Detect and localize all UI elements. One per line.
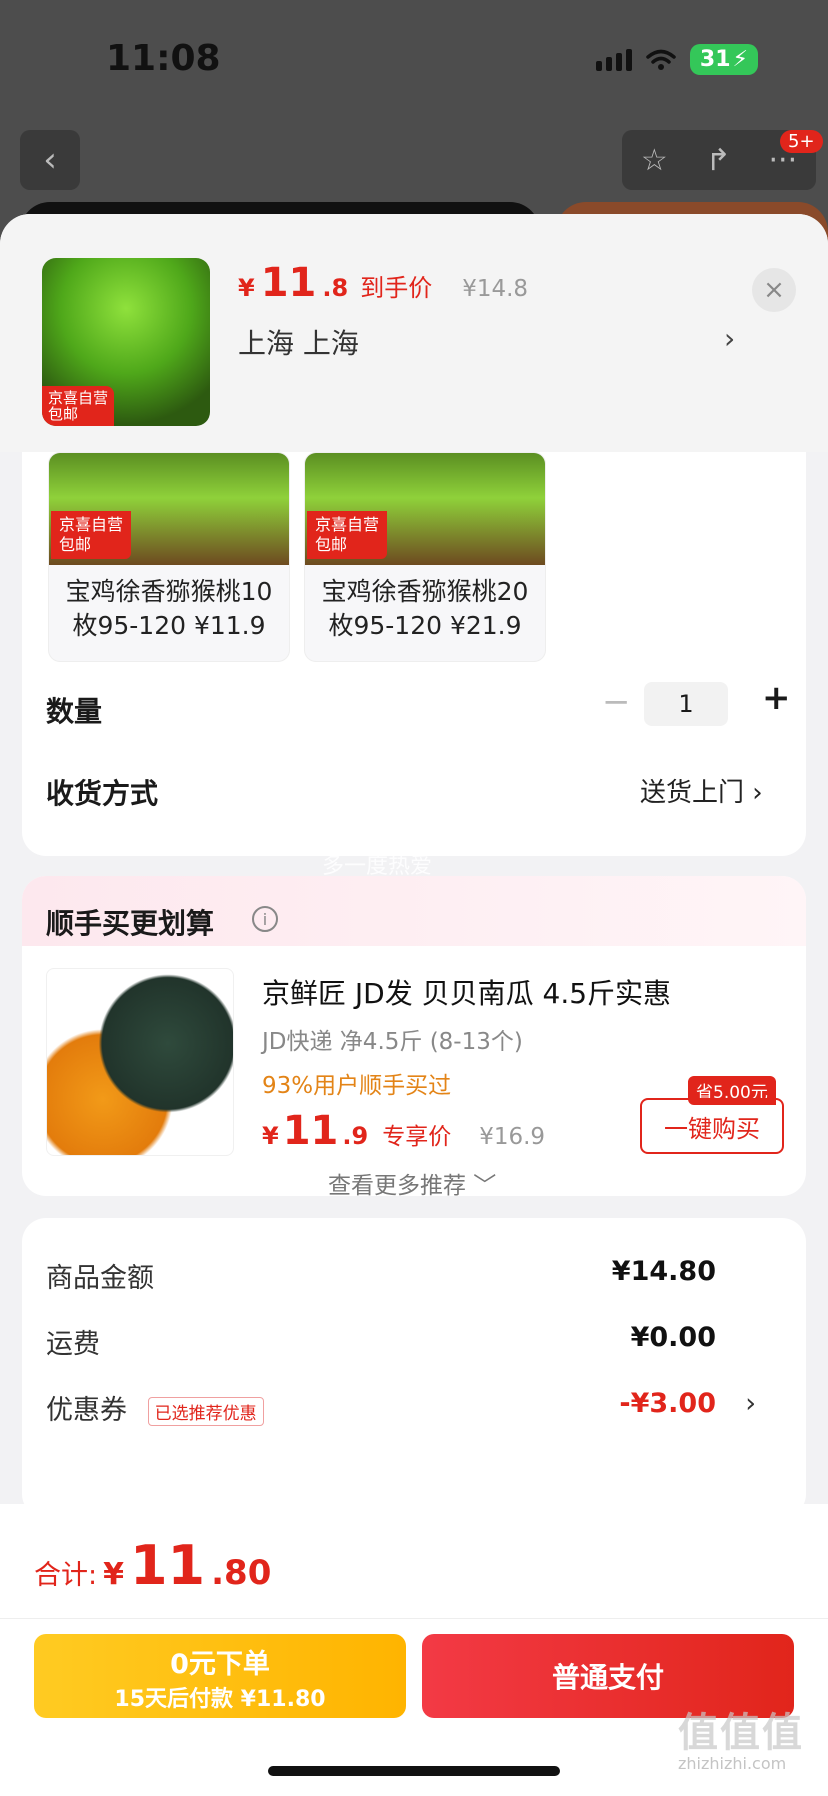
battery-icon: 31 ⚡: [689, 44, 758, 75]
upsell-title: 顺手买更划算: [46, 907, 215, 940]
coupon-row[interactable]: 优惠券 已选推荐优惠 -¥3.00 ›: [46, 1388, 782, 1427]
price-integer: 11: [260, 260, 317, 306]
upsell-price-decimal: .9: [342, 1122, 369, 1150]
price-row: ¥ 11 .8 到手价 ¥14.8: [238, 260, 528, 306]
freight-label: 运费: [46, 1329, 100, 1360]
more-recommendations-link[interactable]: 查看更多推荐 ﹀: [328, 1166, 496, 1196]
price-tag: 到手价: [360, 274, 433, 302]
upsell-card: 顺手买更划算 i 京鲜匠 JD发 贝贝南瓜 4.5斤实惠 JD快递 净4.5斤 …: [22, 876, 806, 1196]
upsell-price-row: ¥ 11 .9 专享价 ¥16.9: [262, 1108, 545, 1154]
back-button[interactable]: ‹: [20, 130, 80, 190]
shipping-method-label: 收货方式: [46, 777, 159, 810]
freight-value: ¥0.00: [630, 1322, 716, 1353]
quantity-decrease-button[interactable]: −: [602, 682, 631, 722]
status-time: 11:08: [106, 38, 221, 79]
total-amount: 合计: ¥ 11 .80: [34, 1534, 271, 1597]
upsell-product-image[interactable]: [46, 968, 234, 1156]
self-operated-badge: 京喜自营 包邮: [42, 386, 115, 426]
message-badge: 5+: [780, 130, 823, 153]
shipping-method-value[interactable]: 送货上门 ›: [640, 772, 763, 809]
items-amount-row: 商品金额 ¥14.80: [46, 1256, 782, 1295]
upsell-price-tag: 专享价: [382, 1124, 452, 1150]
freight-row: 运费 ¥0.00: [46, 1322, 782, 1361]
home-indicator: [268, 1766, 560, 1776]
variant-image: 京喜自营 包邮: [49, 453, 289, 565]
checkout-bar: 合计: ¥ 11 .80 0元下单 15天后付款 ¥11.80 普通支付 值值值…: [0, 1504, 828, 1796]
pay-later-button[interactable]: 0元下单 15天后付款 ¥11.80: [34, 1634, 406, 1718]
quantity-label: 数量: [46, 695, 103, 728]
chevron-right-icon[interactable]: ›: [745, 1388, 756, 1419]
upsell-price-currency: ¥: [262, 1122, 279, 1150]
purchase-sheet: 京喜自营 包邮 ¥ 11 .8 到手价 ¥14.8 上海 上海 › × 京喜自营…: [0, 214, 828, 1796]
divider: [0, 1618, 828, 1619]
self-operated-badge: 京喜自营 包邮: [307, 511, 388, 559]
total-label: 合计:: [34, 1560, 98, 1591]
status-icons: 31 ⚡: [595, 44, 758, 75]
order-summary-card: 商品金额 ¥14.80 运费 ¥0.00 优惠券 已选推荐优惠 -¥3.00 ›: [22, 1218, 806, 1518]
close-icon: ×: [763, 275, 785, 305]
quantity-input[interactable]: 1: [644, 682, 728, 726]
quantity-increase-button[interactable]: +: [762, 678, 791, 718]
delivery-address[interactable]: 上海 上海: [238, 322, 359, 362]
upsell-original-price: ¥16.9: [479, 1124, 546, 1150]
upsell-price-integer: 11: [282, 1108, 339, 1154]
original-price: ¥14.8: [462, 276, 529, 302]
variant-image: 京喜自营 包邮: [305, 453, 545, 565]
one-click-buy-button[interactable]: 一键购买: [640, 1098, 784, 1154]
corner-watermark: 值值值: [678, 1710, 804, 1756]
total-integer: 11: [129, 1534, 206, 1597]
total-currency: ¥: [103, 1557, 124, 1592]
coupon-label: 优惠券: [46, 1395, 127, 1426]
price-currency: ¥: [238, 274, 255, 302]
pay-later-subtitle: 15天后付款 ¥11.80: [114, 1687, 326, 1712]
corner-watermark-url: zhizhizhi.com: [678, 1754, 787, 1773]
price-decimal: .8: [322, 274, 349, 302]
upsell-product-name[interactable]: 京鲜匠 JD发 贝贝南瓜 4.5斤实惠: [262, 972, 671, 1012]
variant-label: 宝鸡徐香猕猴桃10枚95-120 ¥11.9: [65, 577, 273, 640]
variant-option[interactable]: 京喜自营 包邮 宝鸡徐香猕猴桃10枚95-120 ¥11.9: [48, 452, 290, 662]
coupon-tag: 已选推荐优惠: [147, 1397, 264, 1426]
info-icon[interactable]: i: [252, 906, 278, 932]
variant-label: 宝鸡徐香猕猴桃20枚95-120 ¥21.9: [321, 577, 529, 640]
items-amount-label: 商品金额: [46, 1263, 154, 1294]
wifi-icon: [646, 49, 676, 70]
star-icon[interactable]: ☆: [641, 143, 668, 178]
signal-icon: [595, 48, 632, 71]
options-card: 京喜自营 包邮 宝鸡徐香猕猴桃10枚95-120 ¥11.9 京喜自营 包邮 宝…: [22, 414, 806, 856]
coupon-value: -¥3.00: [619, 1388, 716, 1419]
variant-option[interactable]: 京喜自营 包邮 宝鸡徐香猕猴桃20枚95-120 ¥21.9: [304, 452, 546, 662]
back-icon: ‹: [43, 140, 57, 180]
upsell-product-spec: JD快递 净4.5斤 (8-13个): [262, 1029, 523, 1055]
items-amount-value: ¥14.80: [611, 1256, 716, 1287]
watermark-text: 多一度热爱: [322, 854, 433, 879]
share-icon[interactable]: ↱: [706, 143, 731, 178]
sheet-header: 京喜自营 包邮 ¥ 11 .8 到手价 ¥14.8 上海 上海 › ×: [0, 214, 828, 452]
product-thumbnail: 京喜自营 包邮: [42, 258, 210, 426]
chevron-right-icon[interactable]: ›: [724, 322, 735, 355]
close-button[interactable]: ×: [752, 268, 796, 312]
self-operated-badge: 京喜自营 包邮: [51, 511, 132, 559]
upsell-buyers-stat: 93%用户顺手买过: [262, 1073, 452, 1099]
total-decimal: .80: [211, 1553, 272, 1593]
pay-later-title: 0元下单: [170, 1649, 270, 1680]
